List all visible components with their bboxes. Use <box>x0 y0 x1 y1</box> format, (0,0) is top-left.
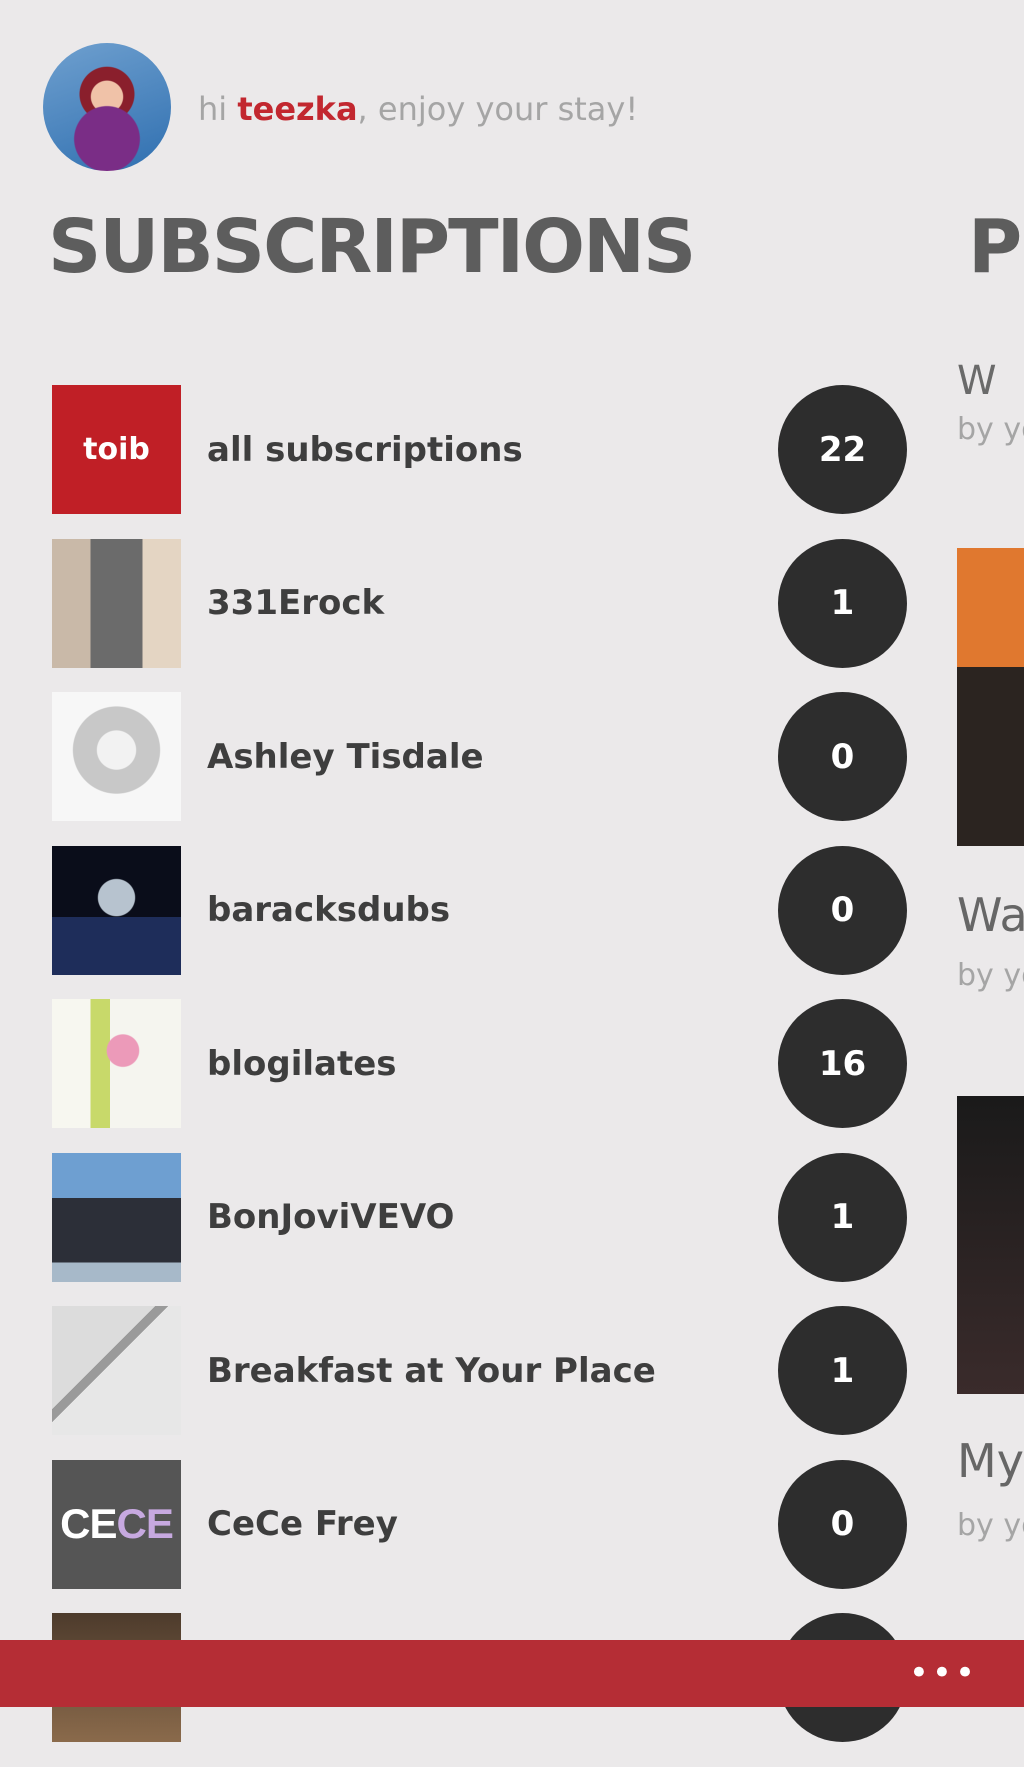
subscription-row[interactable]: 331Erock 1 <box>52 538 912 668</box>
next-section-title[interactable]: P <box>968 204 1022 290</box>
subscriptions-title: SUBSCRIPTIONS <box>48 204 696 290</box>
video-title[interactable]: W <box>957 360 997 404</box>
subscription-row[interactable]: CE CE CeCe Frey 0 <box>52 1459 912 1589</box>
unread-count-badge: 1 <box>778 538 907 668</box>
subscription-row[interactable]: blogilates 16 <box>52 999 912 1128</box>
channel-thumbnail: CE CE <box>52 1459 181 1589</box>
video-author: by yo <box>957 412 1024 447</box>
subscription-name: blogilates <box>207 1043 397 1084</box>
subscription-row[interactable]: Ashley Tisdale 0 <box>52 692 912 821</box>
subscription-name: 331Erock <box>207 583 385 623</box>
subscription-name: BonJoviVEVO <box>207 1197 455 1237</box>
subscription-row[interactable]: BonJoviVEVO 1 <box>52 1152 912 1282</box>
channel-thumbnail <box>52 845 181 975</box>
subscription-row[interactable]: baracksdubs 0 <box>52 845 912 975</box>
video-thumbnail[interactable] <box>957 1096 1024 1394</box>
subscription-name: Breakfast at Your Place <box>207 1350 656 1391</box>
unread-count-badge: 0 <box>778 1459 907 1589</box>
unread-count-badge: 1 <box>778 1152 907 1282</box>
subscription-row-all[interactable]: toib all subscriptions 22 <box>52 385 912 514</box>
cece-logo-b: CE <box>116 1500 174 1547</box>
greeting-text: hi teezka, enjoy your stay! <box>198 90 638 128</box>
subscription-row[interactable]: Breakfast at Your Place 1 <box>52 1306 912 1435</box>
subscription-name: Ashley Tisdale <box>207 736 484 777</box>
subscription-name: CeCe Frey <box>207 1504 398 1544</box>
video-author: by yo <box>957 1508 1024 1543</box>
subscriptions-list: toib all subscriptions 22 331Erock 1 Ash… <box>52 385 912 1767</box>
video-author: by yo <box>957 958 1024 993</box>
video-thumbnail[interactable] <box>957 548 1024 846</box>
username[interactable]: teezka <box>237 90 357 128</box>
channel-thumbnail <box>52 538 181 668</box>
channel-thumbnail <box>52 1306 181 1435</box>
logo-text: toib <box>83 432 150 467</box>
video-title[interactable]: Wa <box>957 888 1024 942</box>
channel-thumbnail <box>52 1152 181 1282</box>
subscription-name: all subscriptions <box>207 429 523 470</box>
unread-count-badge: 1 <box>778 1306 907 1435</box>
channel-thumbnail <box>52 692 181 821</box>
subscription-name: baracksdubs <box>207 890 451 930</box>
unread-count-badge: 22 <box>778 385 907 514</box>
video-title[interactable]: My <box>957 1434 1024 1488</box>
greeting-prefix: hi <box>198 90 238 128</box>
app-bar: ••• <box>0 1640 1024 1707</box>
user-avatar[interactable] <box>43 43 171 171</box>
popular-videos-column: W by yo Wa by yo My by yo <box>957 360 1024 1640</box>
channel-thumbnail <box>52 999 181 1128</box>
greeting-suffix: , enjoy your stay! <box>357 90 639 128</box>
all-subscriptions-logo: toib <box>52 385 181 514</box>
cece-logo-a: CE <box>60 1500 117 1547</box>
unread-count-badge: 0 <box>778 692 907 821</box>
unread-count-badge: 16 <box>778 999 907 1128</box>
more-options-button[interactable]: ••• <box>909 1656 978 1690</box>
unread-count-badge: 0 <box>778 845 907 975</box>
